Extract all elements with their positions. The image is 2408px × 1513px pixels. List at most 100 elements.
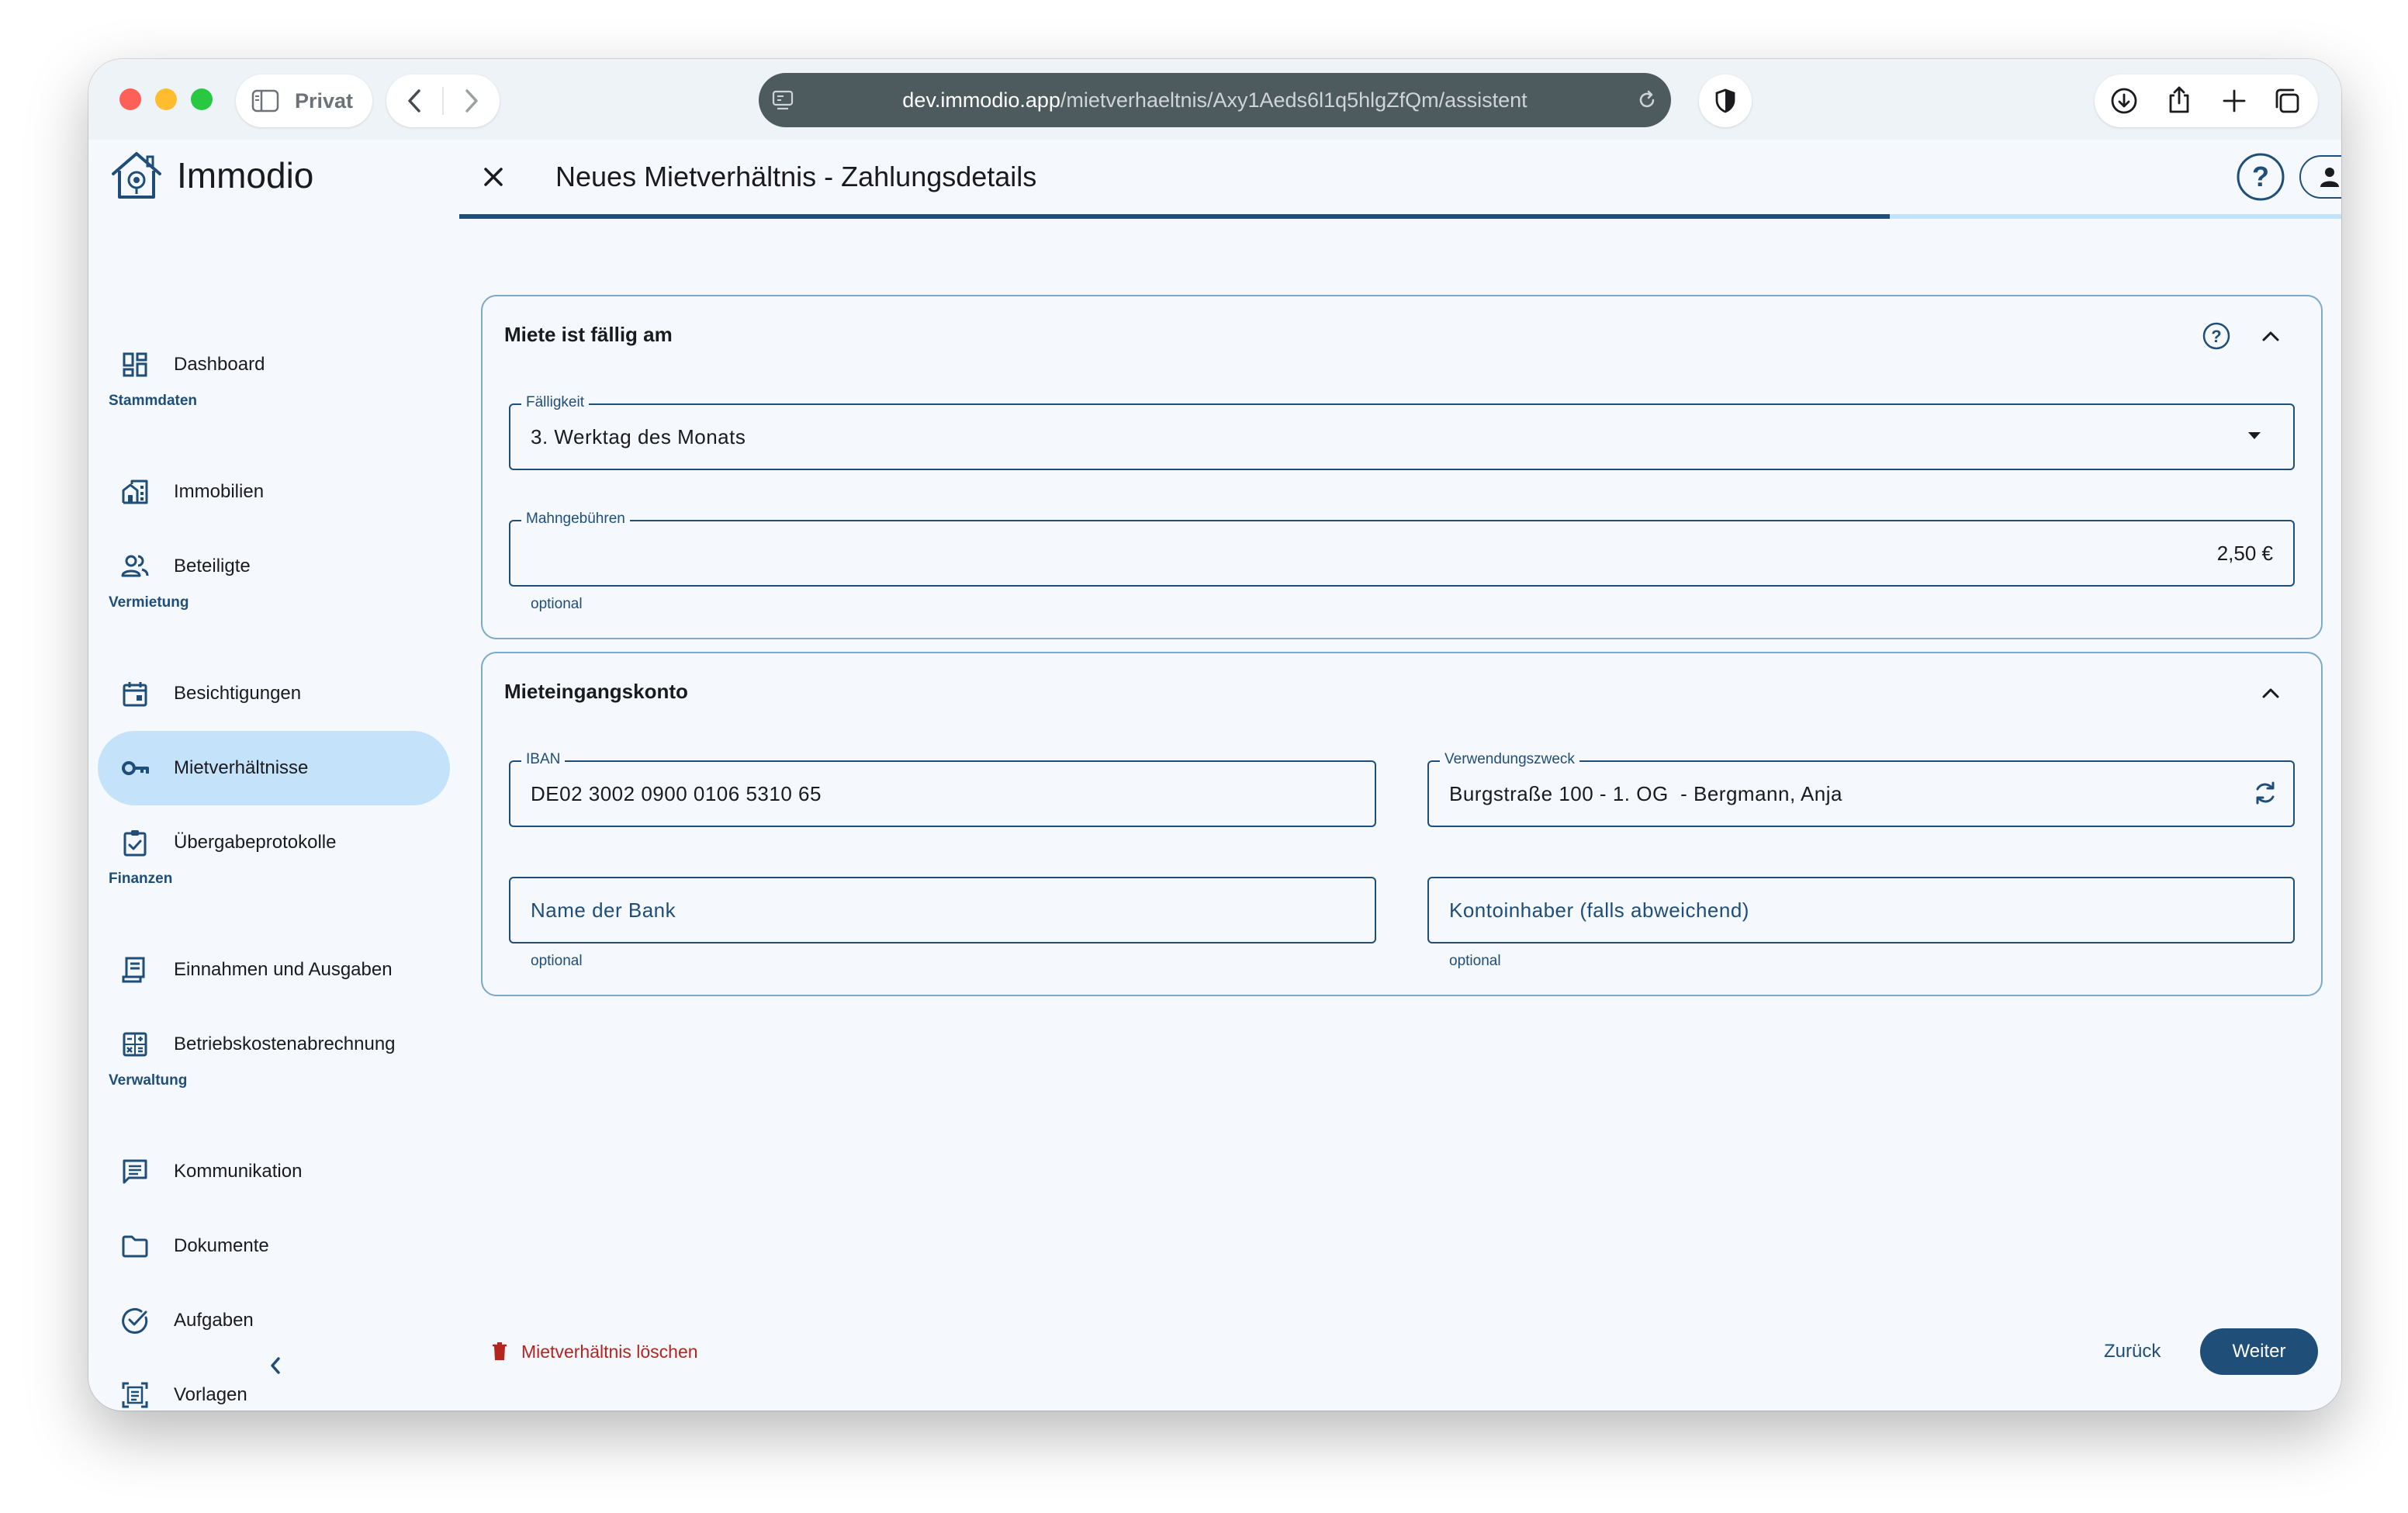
calendar-icon [121,680,149,708]
card-help-button[interactable]: ? [2197,317,2236,355]
url-host: dev.immodio.app [902,88,1060,112]
clipboard-check-icon [121,829,149,857]
close-assistant-button[interactable] [470,154,517,200]
field-value: 2,50 € [2216,541,2273,565]
browser-actions [2095,74,2318,127]
field-value: DE02 3002 0900 0106 5310 65 [531,781,822,805]
next-button[interactable]: Weiter [2200,1328,2318,1375]
mahngebuehren-input[interactable]: Mahngebühren 2,50 € [509,511,2295,587]
brand[interactable]: Immodio [109,147,313,203]
sidebar-item-beteiligte[interactable]: Beteiligte [98,529,450,604]
progress-bar-fill [459,214,1890,219]
download-icon[interactable] [2110,87,2138,115]
kontoinhaber-hint: optional [1449,953,1501,969]
sidebar-item-kommunikation[interactable]: Kommunikation [98,1134,450,1209]
sidebar-item-label: Beteiligte [174,556,251,576]
help-button[interactable]: ? [2236,152,2285,202]
card-collapse-button[interactable] [2251,317,2290,355]
template-icon [121,1381,149,1409]
svg-text:?: ? [2252,161,2269,192]
card-title: Mieteingangskonto [504,680,688,703]
sidebar-item-label: Kommunikation [174,1161,303,1182]
delete-tenancy-button[interactable]: Mietverhältnis löschen [490,1328,698,1375]
sidebar-item-dashboard[interactable]: Dashboard [98,327,450,402]
new-tab-icon[interactable] [2220,87,2248,115]
back-arrow-icon[interactable] [403,88,427,114]
receipt-icon [121,956,149,984]
sidebar-item-label: Übergabeprotokolle [174,832,337,853]
minimize-window-button[interactable] [155,88,177,110]
zoom-window-button[interactable] [191,88,213,110]
help-circle-icon: ? [2202,321,2231,351]
divider [442,87,444,115]
field-value: Burgstraße 100 - 1. OG - Bergmann, Anja [1449,781,1843,805]
bank-name-hint: optional [531,953,583,969]
profile-pill[interactable]: Privat [236,74,372,127]
address-bar[interactable]: dev.immodio.app/mietverhaeltnis/Axy1Aeds… [759,73,1671,127]
url-path: /mietverhaeltnis/Axy1Aeds6l1q5hlgZfQm/as… [1060,88,1527,112]
sidebar-item-dokumente[interactable]: Dokumente [98,1209,450,1283]
sidebar-item-label: Vorlagen [174,1384,247,1405]
sidebar-item-label: Besichtigungen [174,683,302,704]
back-button[interactable]: Zurück [2104,1328,2161,1375]
page-title: Neues Mietverhältnis - Zahlungsdetails [555,161,1037,192]
sidebar-item-label: Dokumente [174,1235,269,1256]
faelligkeit-select[interactable]: Fälligkeit 3. Werktag des Monats [509,394,2295,470]
field-value: 3. Werktag des Monats [531,424,746,448]
shield-icon [1714,88,1737,114]
card-mieteingangskonto: Mieteingangskonto IBAN DE02 3002 0900 01… [481,652,2323,996]
main-content: Neues Mietverhältnis - Zahlungsdetails ?… [459,140,2341,1411]
collapse-sidebar-button[interactable] [253,1342,299,1389]
profile-label: Privat [295,88,354,113]
dashboard-icon [121,351,149,379]
chevron-up-icon [2261,328,2281,344]
chevron-up-icon [2261,685,2281,701]
privacy-shield-button[interactable] [1699,74,1752,127]
check-circle-icon [121,1307,149,1335]
iban-input[interactable]: IBAN DE02 3002 0900 0106 5310 65 [509,751,1376,827]
mahngebuehren-hint: optional [531,596,583,612]
sidebar-item-label: Aufgaben [174,1310,254,1331]
sidebar-item-einnahmen[interactable]: Einnahmen und Ausgaben [98,933,450,1007]
field-placeholder: Name der Bank [531,898,676,922]
sidebar-item-immobilien[interactable]: Immobilien [98,455,450,529]
bank-name-input[interactable]: Name der Bank [509,877,1376,943]
person-icon [2318,165,2341,189]
card-title: Miete ist fällig am [504,323,673,346]
delete-label: Mietverhältnis löschen [521,1341,698,1362]
browser-window: Privat dev.immodio.app/mietverhaeltnis/A… [88,59,2341,1411]
page-header: Neues Mietverhältnis - Zahlungsdetails ?… [459,140,2341,214]
dropdown-arrow-icon [2247,430,2262,441]
brand-name: Immodio [177,155,314,196]
house-logo-icon [109,147,164,203]
browser-toolbar: Privat dev.immodio.app/mietverhaeltnis/A… [88,59,2341,140]
section-vermietung: Vermietung [109,594,189,611]
share-icon[interactable] [2166,85,2192,115]
sidebar-item-label: Einnahmen und Ausgaben [174,959,393,980]
sidebar-item-besichtigungen[interactable]: Besichtigungen [98,656,450,731]
section-finanzen: Finanzen [109,871,173,887]
sidebar: Immodio Dashboard Stammdaten Immobilien … [88,140,459,1411]
message-icon [121,1158,149,1186]
calculator-icon [121,1030,149,1058]
close-window-button[interactable] [119,88,141,110]
reload-icon[interactable] [1635,88,1659,112]
user-menu-button[interactable]: MH [2299,155,2341,199]
sidebar-item-betriebskosten[interactable]: Betriebskostenabrechnung [98,1007,450,1082]
kontoinhaber-input[interactable]: Kontoinhaber (falls abweichend) [1427,877,2295,943]
page-settings-icon[interactable] [771,88,794,112]
trash-icon [490,1341,509,1362]
folder-icon [121,1232,149,1260]
card-collapse-button[interactable] [2251,673,2290,712]
refresh-icon[interactable] [2251,779,2279,807]
forward-arrow-icon[interactable] [459,88,483,114]
sidebar-item-mietverhaeltnisse[interactable]: Mietverhältnisse [98,731,450,805]
help-icon: ? [2236,152,2285,202]
section-verwaltung: Verwaltung [109,1072,188,1089]
chevron-left-icon [267,1354,285,1377]
field-label: Mahngebühren [521,511,630,528]
sidebar-item-uebergabeprotokolle[interactable]: Übergabeprotokolle [98,805,450,880]
verwendungszweck-input[interactable]: Verwendungszweck Burgstraße 100 - 1. OG … [1427,751,2295,827]
sidebar-item-label: Betriebskostenabrechnung [174,1033,396,1054]
tabs-overview-icon[interactable] [2273,87,2301,115]
